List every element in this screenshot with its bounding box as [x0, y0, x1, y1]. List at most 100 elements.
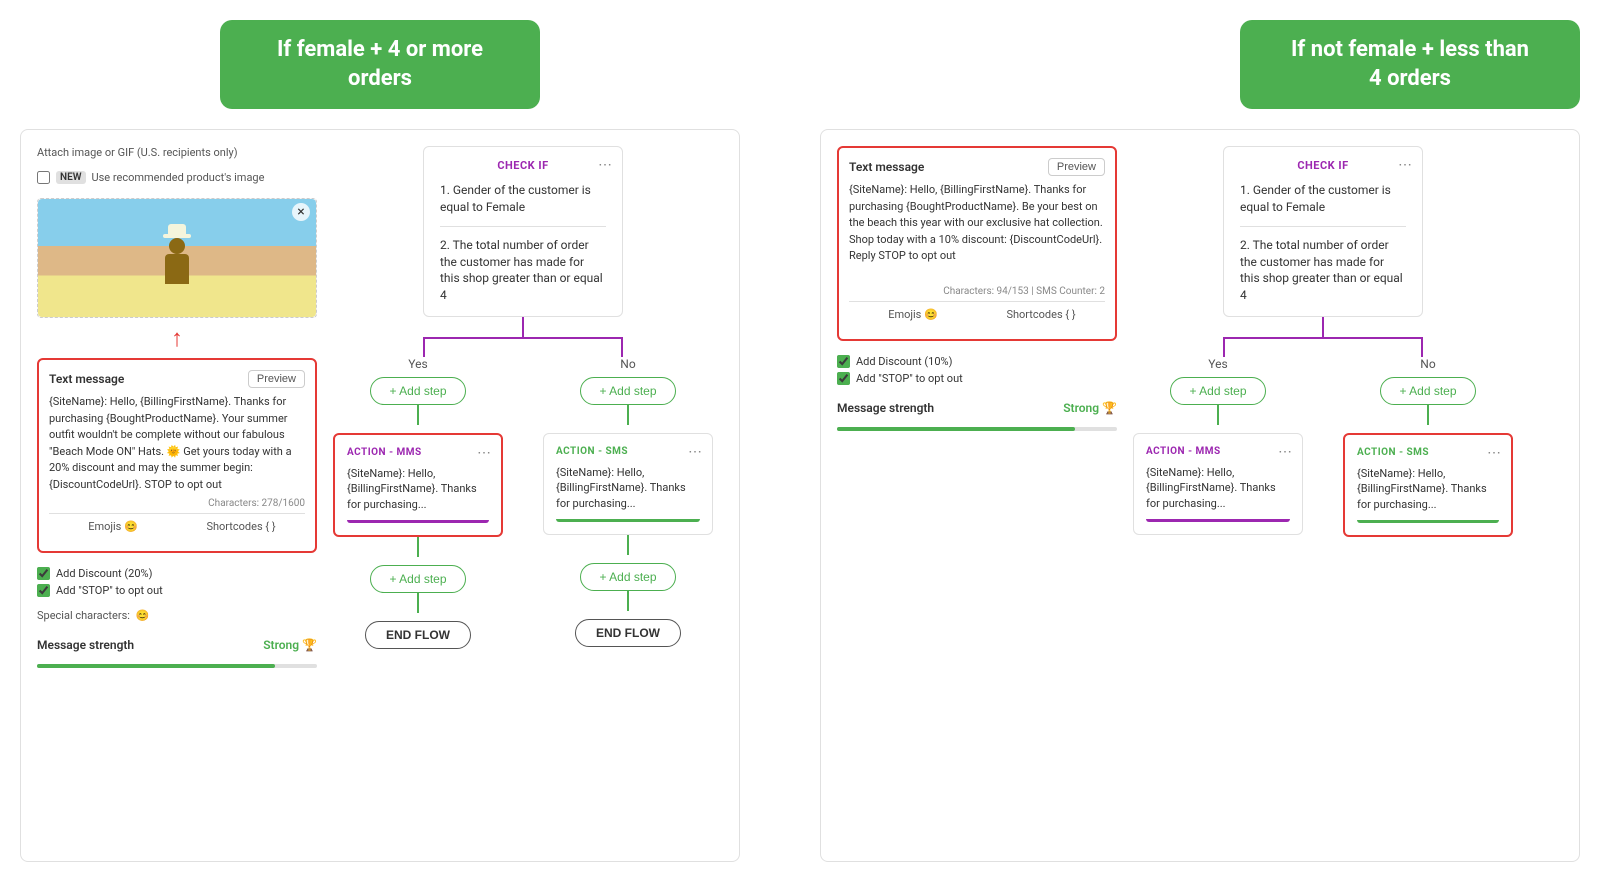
preview-button[interactable]: Preview	[248, 370, 305, 388]
right-check-if-title: CHECK IF	[1240, 159, 1406, 172]
right-action-sms-card: ⋯ ACTION - SMS {SiteName}: Hello, {Billi…	[1343, 433, 1513, 537]
no-connector-3	[627, 591, 629, 611]
shortcodes-tab[interactable]: Shortcodes { }	[177, 514, 305, 541]
right-action-mms-content: {SiteName}: Hello, {BillingFirstName}. T…	[1146, 465, 1290, 511]
no-add-step-button-2[interactable]: + Add step	[580, 563, 675, 591]
yes-add-step-button[interactable]: + Add step	[370, 377, 465, 405]
right-badge-line2: 4 orders	[1369, 66, 1451, 91]
right-text-message-header: Text message Preview	[849, 158, 1105, 176]
strength-label: Message strength	[37, 638, 134, 652]
left-badge-line1: If female + 4 or more	[277, 37, 483, 62]
emojis-shortcodes-tabs: Emojis 😊 Shortcodes { }	[49, 513, 305, 541]
check-if-menu-icon[interactable]: ⋯	[598, 157, 612, 173]
no-add-step-button[interactable]: + Add step	[580, 377, 675, 405]
discount-checkbox[interactable]	[37, 567, 50, 580]
action-mms-menu-icon[interactable]: ⋯	[477, 445, 491, 461]
right-checkbox-options: Add Discount (10%) Add "STOP" to opt out	[837, 355, 1117, 385]
right-content-area: Text message Preview {SiteName}: Hello, …	[820, 129, 1580, 862]
right-emojis-tab[interactable]: Emojis 😊	[849, 302, 977, 329]
hat-top	[168, 224, 186, 234]
image-container: ×	[37, 198, 317, 318]
right-action-mms-menu-icon[interactable]: ⋯	[1278, 444, 1292, 460]
right-stop-checkbox[interactable]	[837, 372, 850, 385]
checkbox-options: Add Discount (20%) Add "STOP" to opt out	[37, 567, 317, 597]
recommended-image-checkbox[interactable]	[37, 171, 50, 184]
right-discount-checkbox-row: Add Discount (10%)	[837, 355, 1117, 368]
right-discount-checkbox[interactable]	[837, 355, 850, 368]
left-badge: If female + 4 or more orders	[220, 20, 540, 109]
right-discount-label: Add Discount (10%)	[856, 355, 952, 368]
right-check-if-menu-icon[interactable]: ⋯	[1398, 157, 1412, 173]
action-sms-content: {SiteName}: Hello, {BillingFirstName}. T…	[556, 465, 700, 511]
right-yes-add-step-button[interactable]: + Add step	[1170, 377, 1265, 405]
action-sms-menu-icon[interactable]: ⋯	[688, 444, 702, 460]
right-condition-2: 2. The total number of order the custome…	[1240, 237, 1406, 304]
action-mms-bottom-line	[347, 520, 489, 523]
right-no-vert	[1421, 337, 1423, 357]
no-connector	[627, 405, 629, 425]
yes-connector-3	[417, 593, 419, 613]
yes-add-step-button-2[interactable]: + Add step	[370, 565, 465, 593]
discount-checkbox-row: Add Discount (20%)	[37, 567, 317, 580]
right-h-line	[1223, 337, 1423, 339]
right-branch-connector	[1133, 337, 1513, 357]
right-strength-label: Message strength	[837, 401, 934, 415]
yes-vert	[423, 337, 425, 357]
right-action-mms-bottom-line	[1146, 519, 1290, 522]
strength-value: Strong 🏆	[263, 638, 317, 652]
no-branch: No + Add step ⋯ ACTION - SMS {SiteName}:…	[543, 357, 713, 649]
right-yes-branch: Yes + Add step ⋯ ACTION - MMS {SiteName}…	[1133, 357, 1303, 537]
no-end-flow-button[interactable]: END FLOW	[575, 619, 681, 647]
stop-checkbox[interactable]	[37, 584, 50, 597]
right-text-message-card: Text message Preview {SiteName}: Hello, …	[837, 146, 1117, 341]
right-yes-label: Yes	[1208, 357, 1227, 371]
person-head	[169, 238, 185, 254]
spacer	[760, 20, 800, 862]
stop-label: Add "STOP" to opt out	[56, 584, 163, 597]
strength-bar	[37, 664, 317, 668]
yes-end-flow-button[interactable]: END FLOW	[365, 621, 471, 649]
right-no-add-step-button[interactable]: + Add step	[1380, 377, 1475, 405]
text-message-header: Text message Preview	[49, 370, 305, 388]
yes-connector	[417, 405, 419, 425]
no-label: No	[620, 357, 635, 371]
h-line	[423, 337, 623, 339]
right-emojis-tab-label: Emojis 😊	[888, 308, 938, 321]
discount-label: Add Discount (20%)	[56, 567, 152, 580]
right-message-content[interactable]: {SiteName}: Hello, {BillingFirstName}. T…	[849, 182, 1105, 282]
attach-label: Attach image or GIF (U.S. recipients onl…	[37, 146, 317, 159]
right-no-connector	[1427, 405, 1429, 425]
right-badge: If not female + less than 4 orders	[1240, 20, 1580, 109]
shortcodes-tab-label: Shortcodes { }	[206, 520, 275, 533]
special-chars-label: Special characters:	[37, 609, 130, 622]
person-body	[165, 254, 189, 284]
left-check-if-card: ⋯ CHECK IF 1. Gender of the customer is …	[423, 146, 623, 317]
stop-checkbox-row: Add "STOP" to opt out	[37, 584, 317, 597]
no-vert	[621, 337, 623, 357]
emoji-icon: 😊	[136, 609, 150, 622]
right-condition-1: 1. Gender of the customer is equal to Fe…	[1240, 182, 1406, 227]
right-preview-button[interactable]: Preview	[1048, 158, 1105, 176]
right-shortcodes-tab[interactable]: Shortcodes { }	[977, 302, 1105, 329]
yes-branch: Yes + Add step ⋯ ACTION - MMS {SiteName}…	[333, 357, 503, 649]
text-message-title: Text message	[49, 372, 124, 386]
branch-connector	[333, 337, 713, 357]
condition-1: 1. Gender of the customer is equal to Fe…	[440, 182, 606, 227]
action-sms-card: ⋯ ACTION - SMS {SiteName}: Hello, {Billi…	[543, 433, 713, 535]
emojis-tab[interactable]: Emojis 😊	[49, 514, 177, 541]
action-sms-title: ACTION - SMS	[556, 446, 700, 457]
right-stop-label: Add "STOP" to opt out	[856, 372, 963, 385]
action-mms-content: {SiteName}: Hello, {BillingFirstName}. T…	[347, 466, 489, 512]
right-message-card: Text message Preview {SiteName}: Hello, …	[837, 146, 1117, 845]
right-action-sms-menu-icon[interactable]: ⋯	[1487, 445, 1501, 461]
no-connector-2	[627, 535, 629, 555]
right-emojis-shortcodes-tabs: Emojis 😊 Shortcodes { }	[849, 301, 1105, 329]
strength-bar-fill	[37, 664, 275, 668]
right-branches: Yes + Add step ⋯ ACTION - MMS {SiteName}…	[1133, 357, 1513, 537]
right-action-sms-bottom-line	[1357, 520, 1499, 523]
char-count: Characters: 278/1600	[49, 498, 305, 509]
right-header: If not female + less than 4 orders	[820, 20, 1580, 109]
message-content[interactable]: {SiteName}: Hello, {BillingFirstName}. T…	[49, 394, 305, 494]
right-yes-vert	[1223, 337, 1225, 357]
condition-2: 2. The total number of order the custome…	[440, 237, 606, 304]
